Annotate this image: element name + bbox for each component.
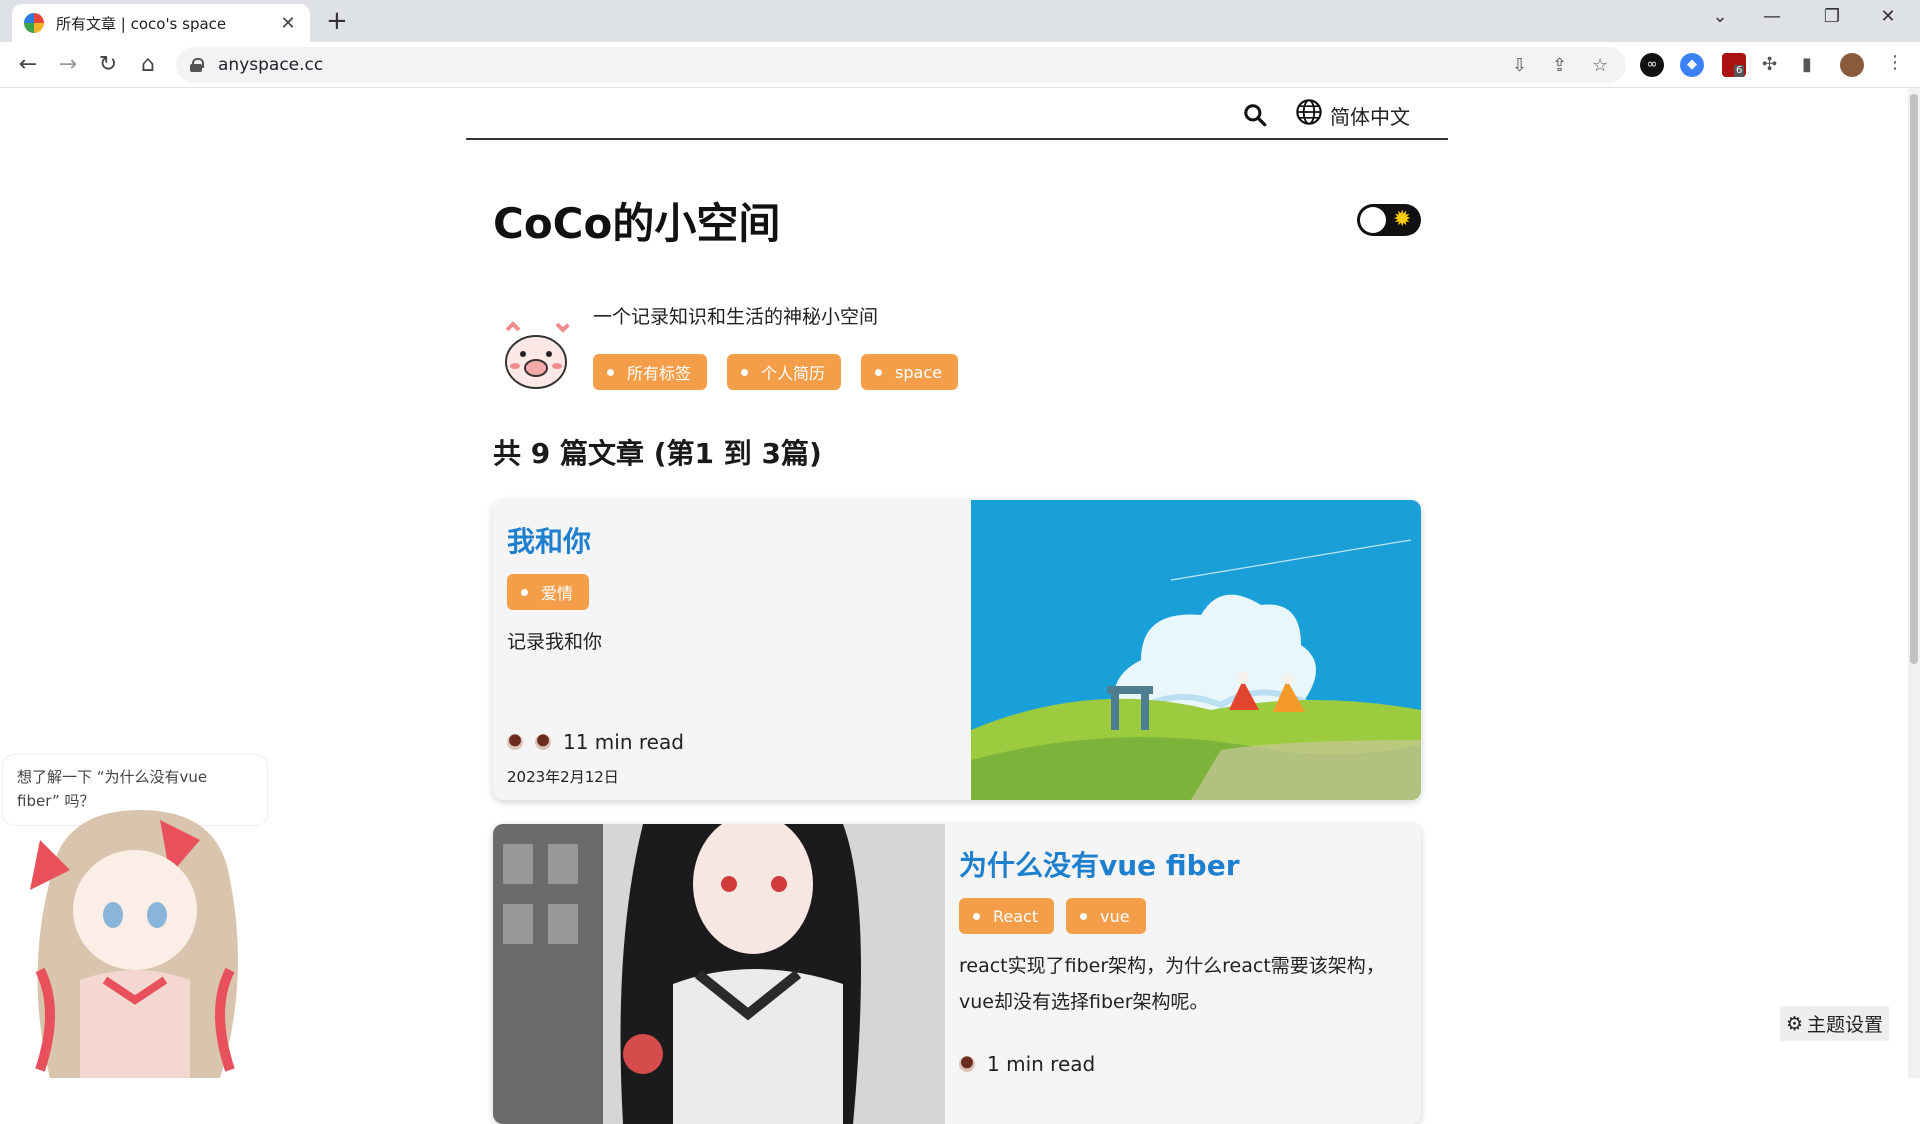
read-time-text: 11 min read <box>563 730 684 754</box>
search-icon[interactable] <box>1242 102 1268 128</box>
tag-all-tags[interactable]: 所有标签 <box>593 354 708 390</box>
tab-bar: 所有文章 | coco's space ✕ + ⌄ — ❐ ✕ <box>0 0 1920 42</box>
site-nav: 简体中文 <box>466 88 1448 140</box>
url-text[interactable]: anyspace.cc <box>218 55 323 75</box>
article-description: 记录我和你 <box>507 631 603 653</box>
article-card[interactable]: 为什么没有vue fiber React vue react实现了fiber架构… <box>493 824 1421 1124</box>
install-app-icon[interactable]: ⇩ <box>1512 55 1527 76</box>
site-title[interactable]: CoCo的小空间 <box>493 190 780 251</box>
read-time: 1 min read <box>959 1052 1095 1076</box>
extension-shield-icon[interactable]: ◆ <box>1680 53 1704 77</box>
browser-toolbar: ← → ↻ ⌂ anyspace.cc ⇩ ⇪ ☆ ∞ ◆ 6 ✣ ▮ ⋮ <box>0 42 1920 88</box>
coffee-icon <box>507 734 523 750</box>
theme-settings-button[interactable]: ⚙ 主题设置 <box>1780 1006 1890 1041</box>
article-tag[interactable]: 爱情 <box>507 574 590 610</box>
share-icon[interactable]: ⇪ <box>1552 55 1567 76</box>
article-tags: React vue <box>959 898 1407 934</box>
globe-icon[interactable] <box>1295 98 1323 126</box>
dark-mode-toggle[interactable]: ✹ <box>1357 204 1421 236</box>
page-content: 简体中文 CoCo的小空间 ✹ 一个记录知识和生活的神秘小空间 所有标签 个人简… <box>0 88 1908 1124</box>
article-description: react实现了fiber架构，为什么react需要该架构，vue却没有选择fi… <box>959 955 1385 1013</box>
article-card[interactable]: 我和你 爱情 记录我和你 11 min read 2023年2月12日 <box>493 500 1421 800</box>
article-date: 2023年2月12日 <box>507 768 619 786</box>
scrollbar-thumb[interactable] <box>1910 94 1918 664</box>
minimize-icon[interactable]: — <box>1752 6 1792 27</box>
toggle-knob <box>1360 207 1386 233</box>
site-favicon-icon <box>24 13 44 33</box>
reload-icon[interactable]: ↻ <box>94 51 122 79</box>
article-tag[interactable]: React <box>959 898 1055 934</box>
close-window-icon[interactable]: ✕ <box>1868 6 1908 27</box>
read-time-text: 1 min read <box>987 1052 1096 1076</box>
article-count: 共 9 篇文章 (第1 到 3篇) <box>493 437 822 470</box>
article-text: 为什么没有vue fiber React vue react实现了fiber架构… <box>945 824 1421 1124</box>
ublock-badge: 6 <box>1734 65 1745 77</box>
sun-icon: ✹ <box>1393 207 1412 232</box>
profile-avatar[interactable] <box>1840 53 1864 77</box>
new-tab-icon[interactable]: + <box>326 8 348 34</box>
forward-icon[interactable]: → <box>54 51 82 79</box>
back-icon[interactable]: ← <box>14 51 42 79</box>
close-tab-icon[interactable]: ✕ <box>278 13 298 34</box>
article-cover-image[interactable] <box>493 824 945 1124</box>
article-tags: 爱情 <box>507 574 957 610</box>
restore-icon[interactable]: ❐ <box>1812 6 1852 27</box>
coffee-icon <box>959 1056 975 1072</box>
gear-icon: ⚙ <box>1786 1012 1804 1035</box>
site-tag-list: 所有标签 个人简历 space <box>593 354 958 390</box>
coffee-icon <box>535 734 551 750</box>
ublock-icon[interactable]: 6 <box>1722 53 1746 77</box>
site-intro: 一个记录知识和生活的神秘小空间 <box>593 306 879 328</box>
mascot-character[interactable] <box>10 800 260 1078</box>
read-time: 11 min read <box>507 730 684 754</box>
address-bar[interactable]: anyspace.cc ⇩ ⇪ ☆ <box>176 47 1626 83</box>
extensions-puzzle-icon[interactable]: ✣ <box>1762 54 1777 75</box>
bookmark-star-icon[interactable]: ☆ <box>1592 55 1608 76</box>
avatar <box>493 310 579 396</box>
language-selector[interactable]: 简体中文 <box>1330 101 1410 130</box>
article-title[interactable]: 为什么没有vue fiber <box>959 844 1407 884</box>
article-cover-image[interactable] <box>971 500 1421 800</box>
browser-tab[interactable]: 所有文章 | coco's space ✕ <box>12 4 310 42</box>
article-title[interactable]: 我和你 <box>507 520 957 560</box>
theme-settings-label: 主题设置 <box>1807 1014 1884 1036</box>
article-text: 我和你 爱情 记录我和你 11 min read 2023年2月12日 <box>493 500 971 800</box>
article-tag[interactable]: vue <box>1066 898 1146 934</box>
lock-icon[interactable] <box>190 58 204 72</box>
home-icon[interactable]: ⌂ <box>134 51 162 79</box>
page-scrollbar[interactable] <box>1908 88 1920 1078</box>
more-menu-icon[interactable]: ⋮ <box>1886 52 1904 73</box>
side-panel-icon[interactable]: ▮ <box>1802 54 1812 75</box>
tab-search-icon[interactable]: ⌄ <box>1700 6 1740 27</box>
extension-infinity-icon[interactable]: ∞ <box>1640 53 1664 77</box>
tag-space[interactable]: space <box>861 354 958 390</box>
tag-resume[interactable]: 个人简历 <box>727 354 842 390</box>
tab-title: 所有文章 | coco's space <box>56 14 227 33</box>
